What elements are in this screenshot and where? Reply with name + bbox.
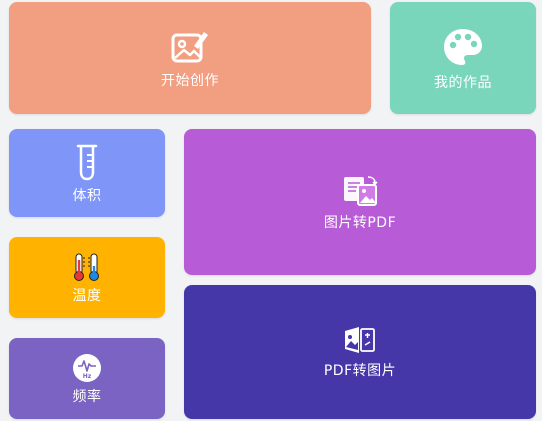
palette-icon — [444, 29, 482, 65]
temperature-label: 温度 — [72, 287, 102, 304]
pdf-to-image-label: PDF转图片 — [323, 363, 397, 379]
image-to-pdf-icon — [344, 176, 378, 206]
volume-tile[interactable]: 体积 — [9, 129, 165, 217]
pdf-to-image-tile[interactable]: PDF转图片 — [184, 285, 536, 419]
temperature-tile[interactable]: 温度 — [9, 237, 165, 318]
image-edit-icon — [171, 32, 208, 63]
frequency-tile[interactable]: Hz 频率 — [9, 338, 165, 419]
frequency-hz-icon: Hz — [73, 353, 101, 382]
start-creating-tile[interactable]: 开始创作 — [9, 2, 371, 114]
test-tube-icon — [76, 144, 98, 181]
svg-text:Hz: Hz — [83, 373, 92, 380]
start-creating-label: 开始创作 — [161, 73, 219, 89]
volume-label: 体积 — [72, 188, 102, 204]
frequency-label: 频率 — [72, 388, 102, 405]
my-works-label: 我的作品 — [434, 75, 492, 91]
my-works-tile[interactable]: 我的作品 — [390, 2, 536, 114]
image-to-pdf-label: 图片转PDF — [323, 215, 397, 231]
thermometer-icon — [74, 253, 99, 281]
image-to-pdf-tile[interactable]: 图片转PDF — [184, 129, 536, 275]
pdf-to-image-icon — [345, 327, 375, 353]
